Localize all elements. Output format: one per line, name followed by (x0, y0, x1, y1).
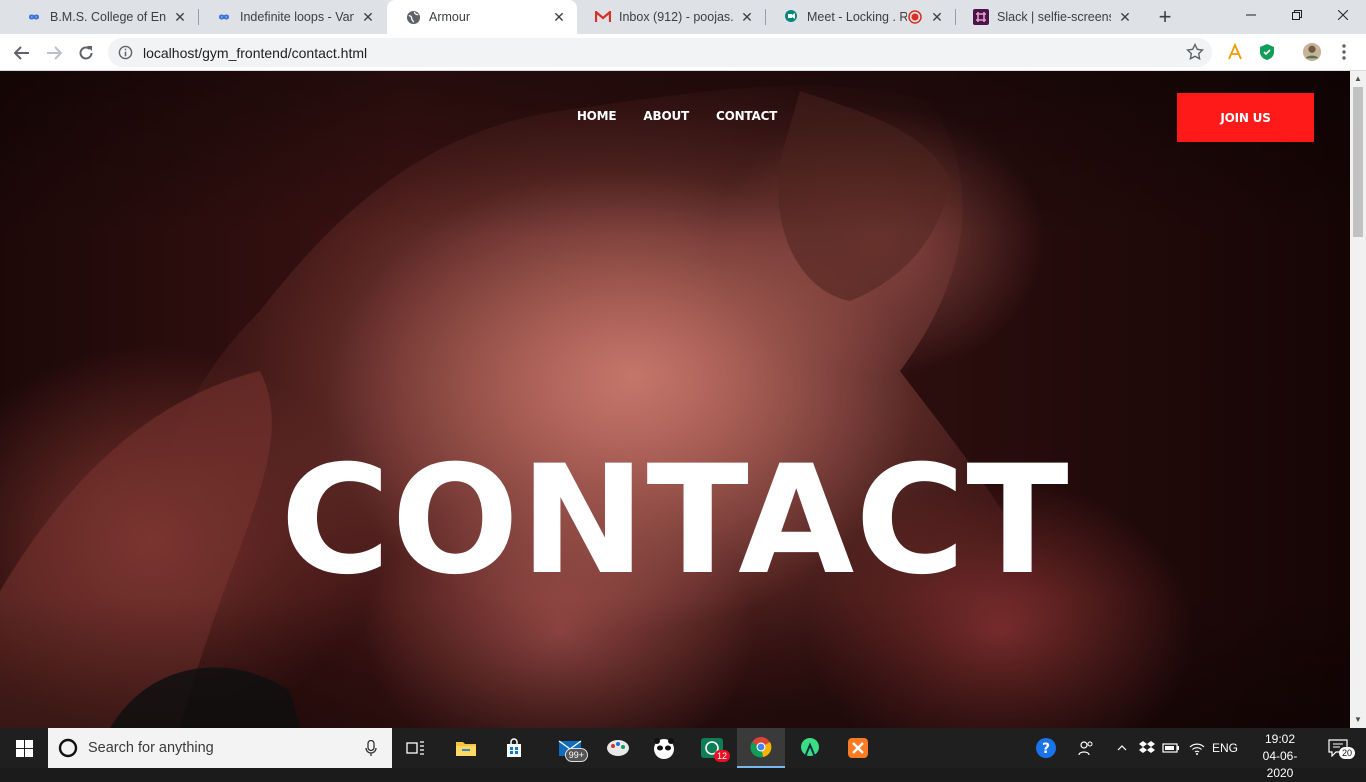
url-text: localhost/gym_frontend/contact.html (143, 45, 368, 61)
whatsapp-badge: 12 (713, 750, 730, 762)
site-nav: HOME ABOUT CONTACT (0, 109, 1350, 123)
clock-date: 04-06-2020 (1262, 749, 1298, 780)
clock[interactable]: 19:02 04-06-2020 (1250, 731, 1310, 782)
people-icon[interactable] (1074, 728, 1098, 768)
close-icon[interactable]: ✕ (929, 9, 945, 25)
browser-menu-icon[interactable] (1334, 42, 1354, 62)
infinity-icon (26, 9, 42, 25)
slack-icon (973, 9, 989, 25)
scroll-down-arrow-icon[interactable]: ▼ (1350, 712, 1366, 728)
scrollbar-thumb[interactable] (1353, 87, 1363, 237)
restore-button[interactable] (1274, 0, 1320, 30)
taskbar-search[interactable]: Search for anything (48, 728, 392, 768)
address-bar[interactable]: localhost/gym_frontend/contact.html (108, 38, 1212, 67)
panda-app-icon[interactable] (640, 728, 688, 768)
forward-button[interactable] (40, 39, 68, 67)
notification-count-badge: 20 (1339, 747, 1356, 759)
svg-text:?: ? (1042, 741, 1050, 757)
chrome-icon[interactable] (737, 728, 785, 768)
gmail-icon (595, 9, 611, 25)
microphone-icon[interactable] (365, 740, 377, 757)
hero-section: HOME ABOUT CONTACT JOIN US CONTACT (0, 71, 1350, 728)
xampp-icon[interactable] (834, 728, 882, 768)
mail-badge: 99+ (564, 748, 588, 762)
search-placeholder: Search for anything (88, 740, 214, 756)
clock-time: 19:02 (1264, 732, 1296, 746)
language-indicator[interactable]: ENG (1210, 728, 1240, 768)
task-view-icon[interactable] (392, 728, 440, 768)
wifi-icon[interactable] (1186, 728, 1208, 768)
nav-about-link[interactable]: ABOUT (643, 109, 689, 123)
info-icon[interactable] (118, 45, 133, 65)
file-explorer-icon[interactable] (442, 728, 490, 768)
close-icon[interactable]: ✕ (172, 9, 188, 25)
tab-armour[interactable]: Armour ✕ (387, 0, 577, 34)
scroll-up-arrow-icon[interactable]: ▲ (1350, 71, 1366, 87)
profile-avatar[interactable] (1302, 42, 1322, 62)
shield-extension-icon[interactable] (1257, 42, 1277, 62)
tab-bms-college[interactable]: B.M.S. College of Engin ✕ (8, 0, 198, 34)
close-icon[interactable]: ✕ (1117, 9, 1133, 25)
browser-tabstrip: B.M.S. College of Engin ✕ Indefinite loo… (0, 0, 1366, 34)
tab-inbox[interactable]: Inbox (912) - poojas.cs1 ✕ (577, 0, 765, 34)
nav-contact-link[interactable]: CONTACT (716, 109, 777, 123)
page-title: CONTACT (280, 434, 1070, 608)
chevron-up-icon[interactable] (1112, 728, 1132, 768)
reload-button[interactable] (72, 39, 100, 67)
bookmark-star-icon[interactable] (1185, 42, 1205, 66)
android-studio-icon[interactable] (786, 728, 834, 768)
close-icon[interactable]: ✕ (739, 9, 755, 25)
tab-indefinite-loops[interactable]: Indefinite loops - Vande ✕ (198, 0, 386, 34)
infinity-icon (216, 9, 232, 25)
tab-slack[interactable]: Slack | selfie-screenshot ✕ (955, 0, 1143, 34)
close-window-button[interactable] (1320, 0, 1366, 30)
minimize-button[interactable] (1228, 0, 1274, 30)
whatsapp-icon[interactable]: 12 (688, 728, 736, 768)
close-icon[interactable]: ✕ (551, 9, 567, 25)
notification-center-icon[interactable]: 20 (1320, 728, 1356, 768)
meet-icon (783, 9, 799, 25)
nav-home-link[interactable]: HOME (577, 109, 617, 123)
store-icon[interactable] (490, 728, 538, 768)
globe-icon (405, 9, 421, 25)
close-icon[interactable]: ✕ (360, 9, 376, 25)
windows-logo-icon (15, 739, 33, 757)
new-tab-button[interactable]: + (1153, 5, 1177, 29)
paint-icon[interactable] (594, 728, 642, 768)
cortana-icon (58, 738, 78, 758)
page-scrollbar[interactable]: ▲ ▼ (1350, 71, 1366, 728)
hero-overlay (0, 71, 1350, 728)
battery-icon[interactable] (1160, 728, 1182, 768)
extension-a-icon[interactable] (1225, 42, 1245, 62)
start-button[interactable] (0, 728, 48, 768)
dropbox-icon[interactable] (1136, 728, 1158, 768)
windows-taskbar: Search for anything 99+ 12 ? ENG 19:02 0… (0, 728, 1366, 780)
back-button[interactable] (8, 39, 36, 67)
tab-meet[interactable]: Meet - Locking . Re ✕ (765, 0, 955, 34)
join-us-button[interactable]: JOIN US (1177, 93, 1314, 142)
browser-toolbar: localhost/gym_frontend/contact.html (0, 34, 1366, 71)
help-icon[interactable]: ? (1032, 728, 1060, 768)
mail-icon[interactable]: 99+ (546, 728, 594, 768)
recording-icon (907, 9, 923, 25)
